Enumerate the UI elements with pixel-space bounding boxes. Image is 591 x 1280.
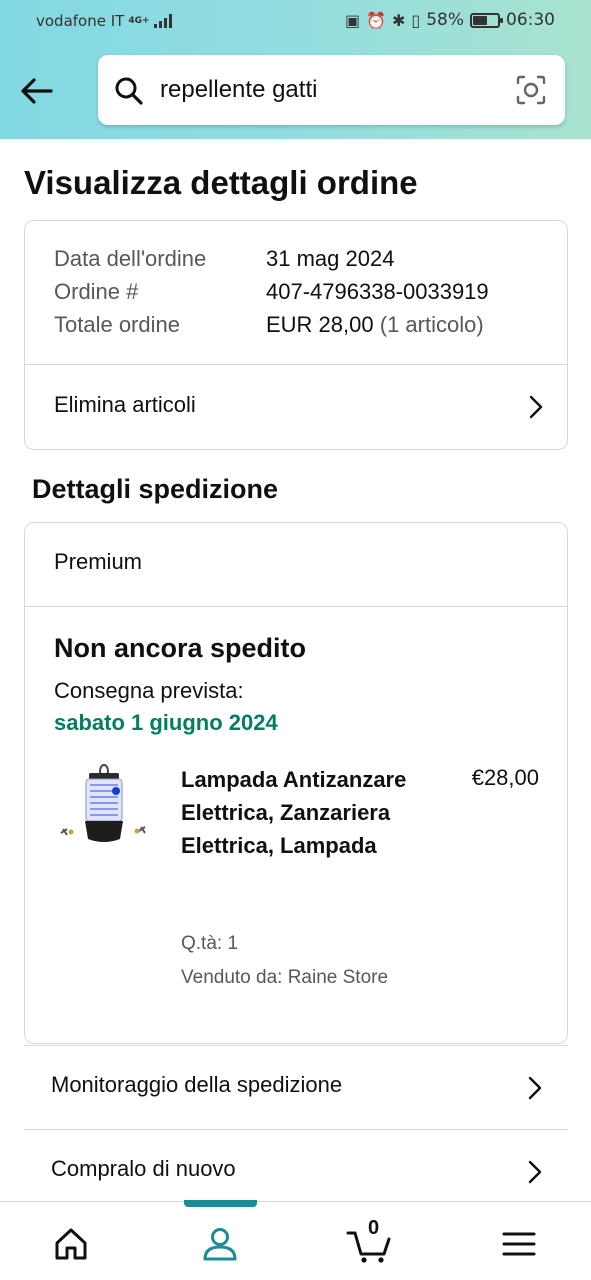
track-shipment-row[interactable]: Monitoraggio della spedizione [24, 1045, 568, 1129]
order-total: EUR 28,00 (1 articolo) [266, 312, 484, 338]
divider [25, 606, 567, 607]
order-date-value: 31 mag 2024 [266, 246, 395, 271]
header: vodafone IT 4G+ ▣ ⏰ ✱ ▯ 58% 06:30 repell… [0, 0, 591, 139]
network-type: 4G+ [128, 16, 150, 26]
status-right: ▣ ⏰ ✱ ▯ 58% 06:30 [345, 10, 555, 30]
order-date-label: Data dell'ordine [54, 246, 207, 271]
battery-icon [470, 12, 503, 28]
shipment-status: Non ancora spedito [54, 633, 307, 663]
status-bar: vodafone IT 4G+ ▣ ⏰ ✱ ▯ 58% 06:30 [0, 0, 591, 42]
vibrate-icon: ▯ [411, 10, 421, 30]
order-number-value: 407-4796338-0033919 [266, 279, 489, 304]
order-number-label: Ordine # [54, 279, 139, 304]
menu-icon[interactable] [499, 1224, 539, 1264]
home-icon[interactable] [51, 1224, 91, 1264]
track-shipment-label: Monitoraggio della spedizione [51, 1072, 343, 1097]
battery-percent: 58% [426, 10, 464, 30]
product-title[interactable]: Lampada Antizanzare Elettrica, Zanzarier… [181, 763, 441, 862]
cart-count: 0 [368, 1217, 380, 1239]
shipment-section-title: Dettagli spedizione [32, 474, 279, 504]
shipment-card: Premium Non ancora spedito Consegna prev… [24, 522, 568, 1044]
search-bar[interactable]: repellente gatti [98, 55, 565, 125]
product-seller: Venduto da: Raine Store [181, 967, 389, 988]
order-total-value: EUR 28,00 [266, 312, 374, 337]
order-total-label: Totale ordine [54, 312, 180, 337]
chevron-right-icon [528, 1160, 542, 1184]
carrier-name: vodafone IT [36, 12, 125, 30]
product-price: €28,00 [471, 765, 539, 790]
chevron-right-icon [528, 1076, 542, 1100]
bluetooth-icon: ✱ [391, 10, 406, 30]
delivery-date: sabato 1 giugno 2024 [54, 710, 278, 735]
back-button[interactable] [18, 72, 56, 110]
chevron-right-icon [529, 395, 543, 419]
status-left: vodafone IT 4G+ [36, 12, 172, 30]
bottom-navigation: 0 [0, 1200, 591, 1280]
shipping-service: Premium [54, 549, 143, 574]
order-item-count: (1 articolo) [379, 312, 484, 337]
search-input[interactable]: repellente gatti [160, 76, 317, 104]
nfc-icon: ▣ [344, 10, 361, 30]
product-image[interactable] [53, 759, 155, 859]
search-icon [115, 77, 143, 105]
clock: 06:30 [506, 10, 555, 30]
active-tab-indicator [184, 1200, 257, 1207]
order-summary-card: Data dell'ordine 31 mag 2024 Ordine # 40… [24, 220, 568, 450]
delivery-label: Consegna prevista: [54, 678, 244, 703]
back-arrow-icon [21, 78, 53, 104]
alarm-icon: ⏰ [366, 10, 386, 30]
remove-items-row[interactable]: Elimina articoli [25, 365, 567, 449]
page-title: Visualizza dettagli ordine [24, 164, 418, 201]
account-icon[interactable] [200, 1224, 240, 1264]
product-quantity: Q.tà: 1 [181, 933, 239, 954]
buy-again-label: Compralo di nuovo [51, 1156, 236, 1181]
signal-icon [153, 14, 172, 28]
battery-fill [473, 15, 487, 25]
remove-items-label: Elimina articoli [54, 392, 196, 417]
camera-search-icon[interactable] [515, 74, 547, 106]
